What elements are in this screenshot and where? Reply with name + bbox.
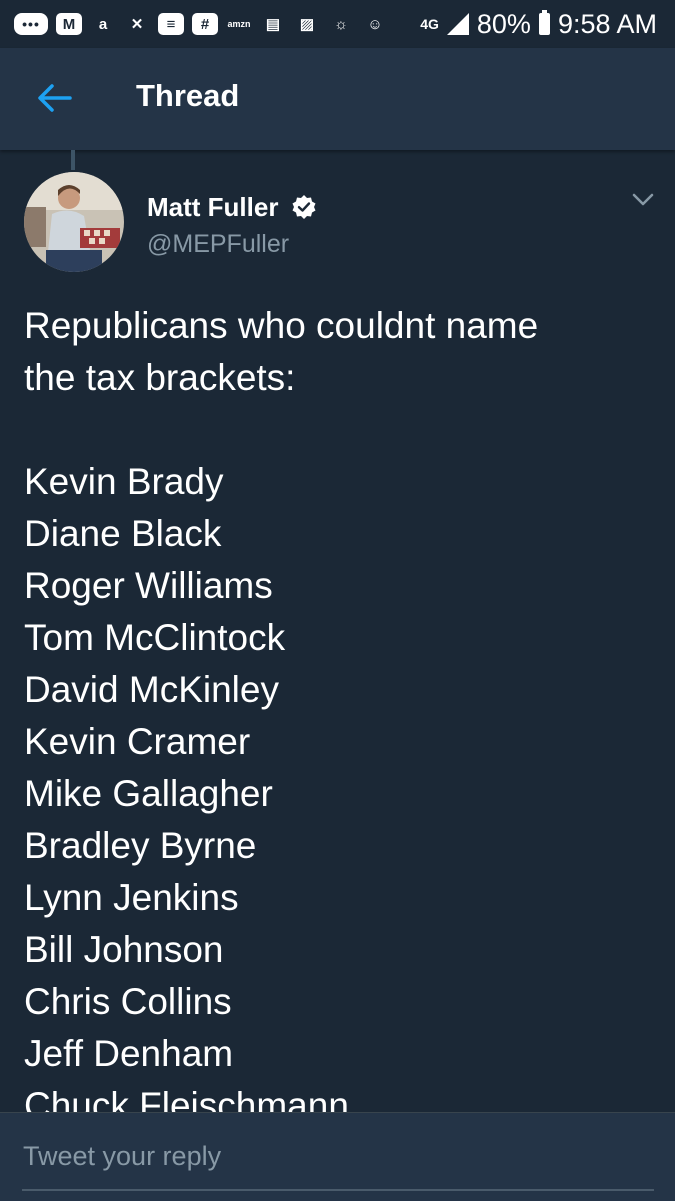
avatar-photo	[24, 172, 124, 272]
tweet-text: Republicans who couldnt name the tax bra…	[24, 300, 654, 1112]
thread-connector-line	[71, 150, 75, 170]
slack-icon: #	[192, 13, 218, 35]
tweet-intro-line: the tax brackets:	[24, 357, 296, 398]
tweet-name-line: Kevin Brady	[24, 461, 224, 502]
weather-icon: ☼	[334, 15, 348, 33]
amazon-shopping-icon: a	[98, 15, 108, 33]
status-bar: ••• M a ✕ ≡ # amzn ▤ ▨ ☼ ☺ 4G 80% 9:58 A…	[0, 0, 675, 48]
battery-percent: 80%	[476, 8, 531, 39]
signal-icon	[446, 13, 469, 35]
tweet-name-line: Bill Johnson	[24, 929, 224, 970]
status-indicators: 4G 80% 9:58 AM	[420, 0, 657, 48]
verified-badge-icon	[292, 195, 316, 219]
tweet-name-line: Bradley Byrne	[24, 825, 257, 866]
chevron-down-icon[interactable]	[632, 193, 654, 207]
reply-input-underline	[22, 1189, 654, 1191]
tweet-name-line: Chuck Fleischmann	[24, 1085, 349, 1112]
tweet-name-line: Lynn Jenkins	[24, 877, 239, 918]
tweet-name-line: Tom McClintock	[24, 617, 286, 658]
calendar-icon: ▤	[265, 16, 281, 33]
avatar[interactable]	[24, 172, 124, 272]
tweet-name-line: Diane Black	[24, 513, 222, 554]
tweet-name-line: Kevin Cramer	[24, 721, 251, 762]
page-title: Thread	[136, 78, 240, 113]
battery-icon	[538, 10, 550, 35]
missed-call-icon: ✕	[130, 16, 144, 33]
tweet-name-line: Mike Gallagher	[24, 773, 273, 814]
reply-bar	[0, 1112, 675, 1201]
author-name[interactable]: Matt Fuller	[147, 192, 278, 223]
author-handle[interactable]: @MEPFuller	[147, 230, 289, 259]
reply-input[interactable]	[23, 1141, 653, 1172]
gmail-icon: M	[56, 13, 82, 35]
contacts-icon: ☺	[367, 15, 383, 33]
tweet-name-line: Roger Williams	[24, 565, 273, 606]
amazon-icon: amzn	[227, 19, 251, 29]
back-button[interactable]	[36, 80, 72, 116]
clock: 9:58 AM	[557, 8, 657, 39]
tweet-name-line: Chris Collins	[24, 981, 232, 1022]
notification-icons: ••• M a ✕ ≡ # amzn ▤ ▨ ☼ ☺	[0, 13, 388, 35]
more-dots-icon: •••	[14, 13, 48, 35]
tweet-intro-line: Republicans who couldnt name	[24, 305, 539, 346]
tweet-name-line: Jeff Denham	[24, 1033, 234, 1074]
tweet-name-line: David McKinley	[24, 669, 279, 710]
network-indicator: 4G	[420, 16, 439, 32]
back-arrow-icon	[38, 84, 72, 112]
app-bar: Thread	[0, 48, 675, 150]
gallery-icon: ▨	[299, 16, 315, 33]
notes-icon: ≡	[158, 13, 184, 35]
